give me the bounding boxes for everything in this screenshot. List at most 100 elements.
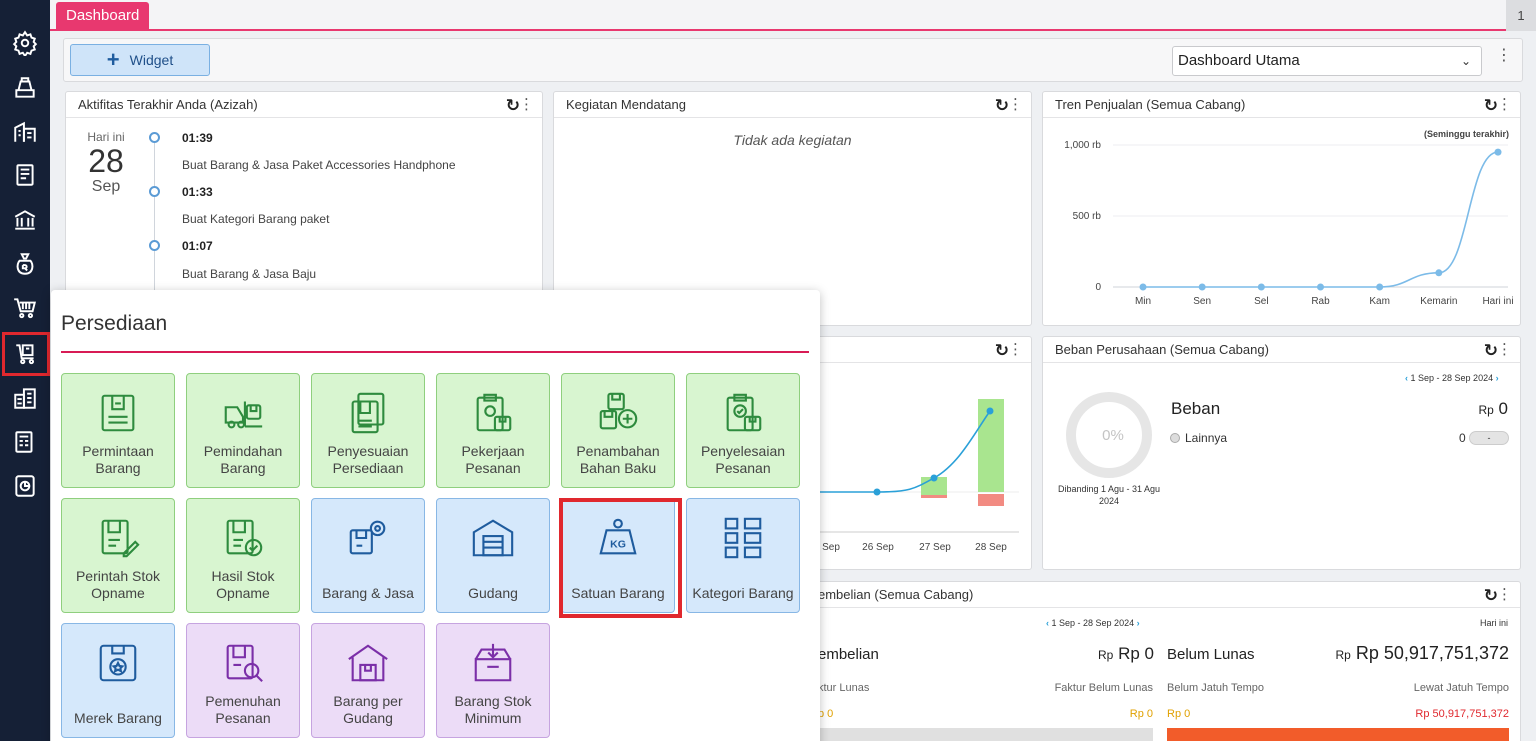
prev-range-icon[interactable]: ‹ bbox=[1046, 618, 1049, 628]
trend-x-tick: Sel bbox=[1254, 296, 1268, 307]
mid-bar bbox=[921, 495, 947, 498]
trend-x-tick: Sen bbox=[1193, 296, 1211, 307]
upcoming-panel-title: Kegiatan Mendatang bbox=[566, 97, 686, 112]
sales-trend-header: Tren Penjualan (Semua Cabang) ↻ ⋮ bbox=[1043, 92, 1520, 118]
panel-menu-icon[interactable]: ⋮ bbox=[1008, 337, 1023, 363]
inventory-icon[interactable] bbox=[2, 332, 50, 376]
tile-perintah-stok-opname[interactable]: Perintah Stok Opname bbox=[61, 498, 175, 613]
prev-range-icon[interactable]: ‹ bbox=[1405, 373, 1408, 383]
beban-amount-row: Rp 0 bbox=[1478, 399, 1508, 419]
warehouse-icon bbox=[470, 515, 516, 561]
tile-barang-jasa[interactable]: Barang & Jasa bbox=[311, 498, 425, 613]
cart-icon[interactable] bbox=[7, 290, 43, 326]
tile-kategori-barang[interactable]: Kategori Barang bbox=[686, 498, 800, 613]
tile-hasil-stok-opname[interactable]: Hasil Stok Opname bbox=[186, 498, 300, 613]
trend-point[interactable] bbox=[1435, 269, 1443, 277]
tile-barang-per-gudang[interactable]: Barang per Gudang bbox=[311, 623, 425, 738]
lainnya-badge: - bbox=[1469, 431, 1509, 445]
tab-dashboard[interactable]: Dashboard bbox=[56, 2, 150, 30]
purchase-right-label: Belum Lunas bbox=[1167, 646, 1255, 663]
dashboard-toolbar: + Widget Dashboard Utama ⌄ ⋮ bbox=[63, 38, 1523, 82]
trend-point[interactable] bbox=[1494, 148, 1502, 156]
plus-icon: + bbox=[106, 47, 120, 72]
tab-count[interactable]: 1 bbox=[1506, 0, 1536, 31]
doc-search-icon bbox=[220, 640, 266, 686]
mid-x-label: 26 Sep bbox=[862, 542, 894, 553]
dashboard-select[interactable]: Dashboard Utama ⌄ bbox=[1172, 46, 1482, 76]
activity-month: Sep bbox=[91, 178, 121, 195]
activity-date: Hari ini 28 Sep bbox=[84, 130, 128, 196]
settings-icon[interactable] bbox=[7, 25, 43, 61]
purchase-today-label: Hari ini bbox=[1479, 618, 1508, 628]
refresh-icon[interactable]: ↻ bbox=[506, 93, 520, 119]
timeline-dot bbox=[149, 132, 160, 143]
upcoming-panel-header: Kegiatan Mendatang ↻ ⋮ bbox=[554, 92, 1031, 118]
trend-point[interactable] bbox=[1257, 283, 1265, 291]
box-plus-icon bbox=[595, 390, 641, 436]
tile-label: Barang Stok Minimum bbox=[454, 693, 532, 726]
panel-menu-icon[interactable]: ⋮ bbox=[1497, 337, 1512, 363]
tile-permintaan-barang[interactable]: Permintaan Barang bbox=[61, 373, 175, 488]
tile-gudang[interactable]: Gudang bbox=[436, 498, 550, 613]
panel-menu-icon[interactable]: ⋮ bbox=[1008, 92, 1023, 118]
timeline-dot bbox=[149, 240, 160, 251]
refresh-icon[interactable]: ↻ bbox=[1484, 93, 1498, 119]
tile-label: Barang per Gudang bbox=[333, 693, 403, 726]
beban-header: Beban Perusahaan (Semua Cabang) ↻ ⋮ bbox=[1043, 337, 1520, 363]
toolbar-menu-icon[interactable]: ⋮ bbox=[1496, 48, 1512, 64]
trend-point[interactable] bbox=[1317, 283, 1324, 291]
tile-label: Penambahan Bahan Baku bbox=[576, 443, 660, 476]
tile-label: Kategori Barang bbox=[692, 585, 794, 601]
tile-pemindahan-barang[interactable]: Pemindahan Barang bbox=[186, 373, 300, 488]
beban-panel: Beban Perusahaan (Semua Cabang) ↻ ⋮ ‹ 1 … bbox=[1042, 336, 1521, 570]
tile-label: Gudang bbox=[468, 585, 518, 601]
tile-pekerjaan-pesanan[interactable]: Pekerjaan Pesanan bbox=[436, 373, 550, 488]
next-range-icon[interactable]: › bbox=[1137, 618, 1140, 628]
panel-menu-icon[interactable]: ⋮ bbox=[1497, 92, 1512, 118]
refresh-icon[interactable]: ↻ bbox=[995, 93, 1009, 119]
box-gear-icon bbox=[345, 515, 391, 561]
mid-series-line bbox=[814, 410, 991, 493]
trend-point[interactable] bbox=[1198, 283, 1206, 291]
dashboard-chart-icon[interactable] bbox=[7, 468, 43, 504]
activity-time: 01:39 bbox=[182, 131, 213, 145]
refresh-icon[interactable]: ↻ bbox=[1484, 583, 1498, 609]
report-building-icon[interactable] bbox=[7, 380, 43, 416]
tile-penyelesaian-pesanan[interactable]: Penyelesaian Pesanan bbox=[686, 373, 800, 488]
trend-y-tick: 0 bbox=[1095, 282, 1101, 293]
add-widget-button[interactable]: + Widget bbox=[70, 44, 210, 76]
trend-point[interactable] bbox=[1376, 283, 1384, 291]
tile-penyesuaian-persediaan[interactable]: Penyesuaian Persediaan bbox=[311, 373, 425, 488]
popup-divider bbox=[61, 351, 809, 353]
grid-category-icon bbox=[720, 515, 766, 561]
purchase-right-val2: Rp 50,917,751,372 bbox=[1415, 708, 1509, 720]
activity-time: 01:07 bbox=[182, 239, 213, 253]
rupiah-bag-icon[interactable] bbox=[7, 246, 43, 282]
bank-icon[interactable] bbox=[7, 202, 43, 238]
tile-label: Barang & Jasa bbox=[322, 585, 414, 601]
tile-barang-stok-minimum[interactable]: Barang Stok Minimum bbox=[436, 623, 550, 738]
timeline-dot bbox=[149, 186, 160, 197]
panel-menu-icon[interactable]: ⋮ bbox=[1497, 582, 1512, 608]
refresh-icon[interactable]: ↻ bbox=[1484, 338, 1498, 364]
activity-desc: Buat Barang & Jasa Paket Accessories Han… bbox=[182, 158, 456, 172]
activity-desc: Buat Barang & Jasa Baju bbox=[182, 267, 317, 281]
tax-icon[interactable] bbox=[7, 424, 43, 460]
beban-date-range[interactable]: ‹ 1 Sep - 28 Sep 2024 › bbox=[1405, 373, 1499, 383]
purchase-date-range[interactable]: ‹ 1 Sep - 28 Sep 2024 › bbox=[1046, 618, 1140, 628]
panel-menu-icon[interactable]: ⋮ bbox=[519, 92, 534, 118]
ledger-icon[interactable] bbox=[7, 157, 43, 193]
purchase-range-text: 1 Sep - 28 Sep 2024 bbox=[1051, 618, 1135, 628]
purchase-left-bar bbox=[818, 728, 1153, 741]
trend-point[interactable] bbox=[1139, 283, 1147, 291]
tile-pemenuhan-pesanan[interactable]: Pemenuhan Pesanan bbox=[186, 623, 300, 738]
tile-merek-barang[interactable]: Merek Barang bbox=[61, 623, 175, 738]
company-icon[interactable] bbox=[7, 114, 43, 150]
refresh-icon[interactable]: ↻ bbox=[995, 338, 1009, 364]
cashier-icon[interactable] bbox=[7, 70, 43, 106]
next-range-icon[interactable]: › bbox=[1496, 373, 1499, 383]
trend-series-line bbox=[1143, 151, 1499, 288]
timeline-line bbox=[154, 136, 155, 306]
tile-penambahan-bahan-baku[interactable]: Penambahan Bahan Baku bbox=[561, 373, 675, 488]
tile-label: Hasil Stok Opname bbox=[211, 568, 275, 601]
